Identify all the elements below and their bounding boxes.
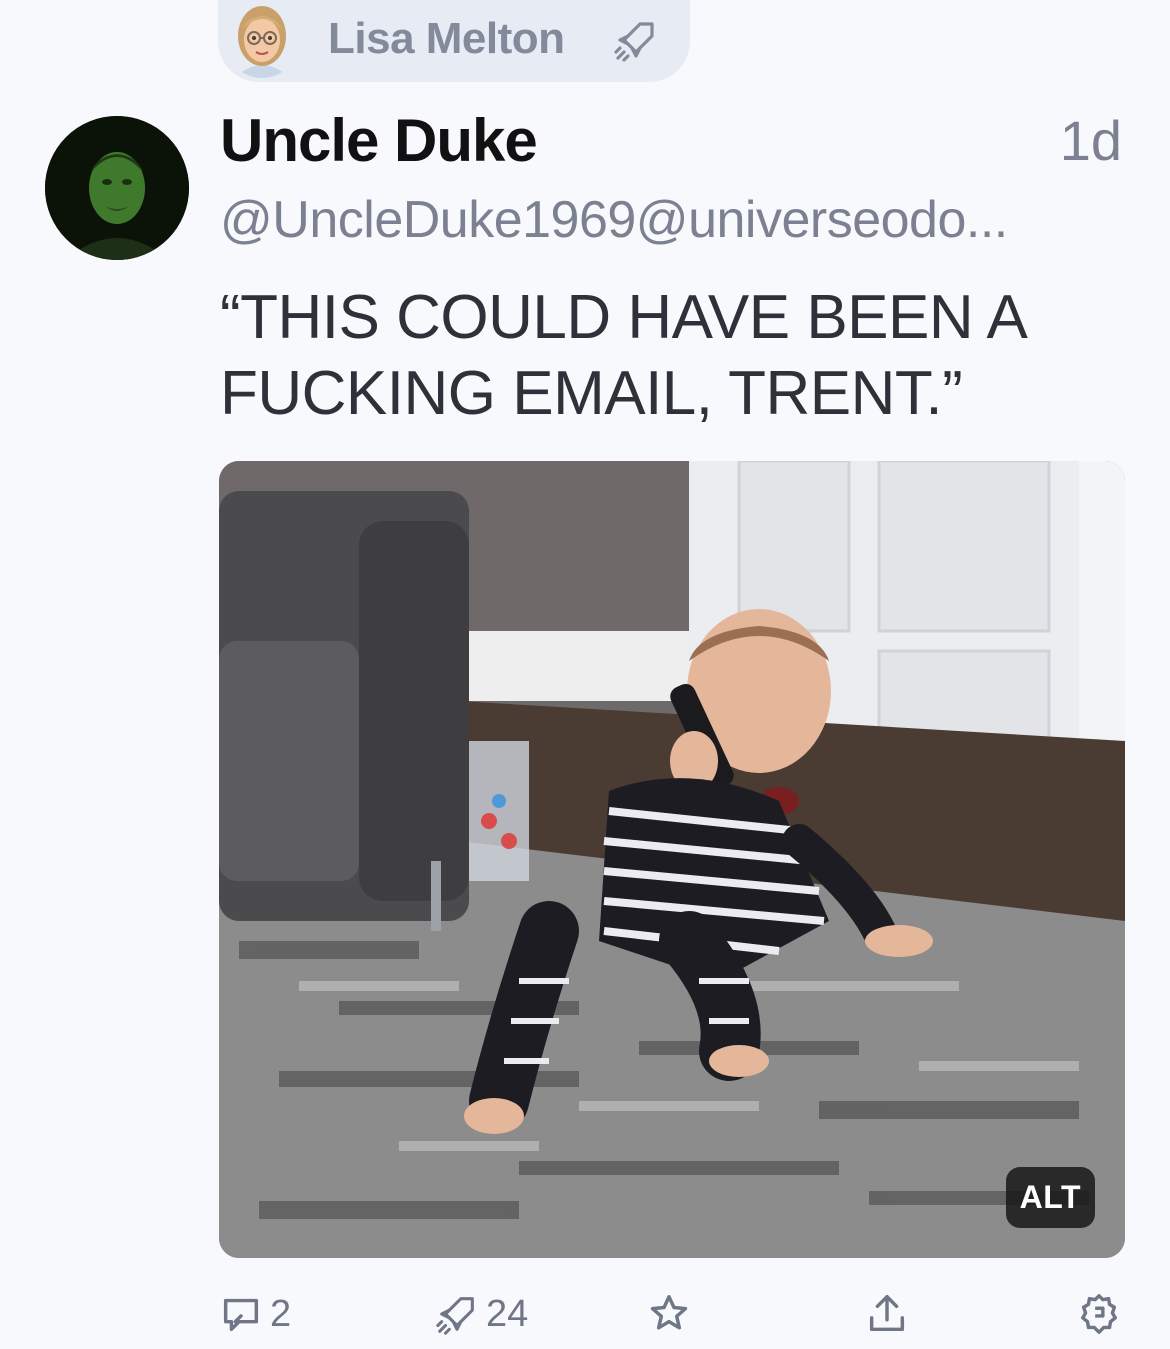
- rocket-icon: [436, 1297, 474, 1335]
- post-content-line: FUCKING EMAIL, TRENT.”: [220, 359, 963, 428]
- post-content-line: “THIS COULD HAVE BEEN A: [220, 283, 1028, 352]
- boost-button[interactable]: 24: [434, 1286, 528, 1342]
- boosted-by-pill[interactable]: Lisa Melton: [218, 0, 690, 82]
- post-action-bar: 2 24: [218, 1286, 1124, 1342]
- share-button[interactable]: [864, 1286, 910, 1342]
- reply-button[interactable]: 2: [218, 1286, 291, 1342]
- author-avatar[interactable]: [45, 116, 189, 260]
- reply-count: 2: [270, 1292, 292, 1335]
- author-handle[interactable]: @UncleDuke1969@universeodo...: [220, 190, 1120, 250]
- star-icon: [650, 1295, 688, 1330]
- reply-bubble-icon: [223, 1298, 259, 1332]
- gear-icon: [1080, 1294, 1118, 1334]
- boost-count: 24: [486, 1292, 529, 1335]
- post-media-image[interactable]: ALT: [219, 461, 1125, 1258]
- author-display-name[interactable]: Uncle Duke: [220, 106, 538, 175]
- post-settings-button[interactable]: [1076, 1286, 1122, 1342]
- rocket-icon: [612, 16, 660, 64]
- share-upload-icon: [869, 1295, 905, 1332]
- post-content: “THIS COULD HAVE BEEN A FUCKING EMAIL, T…: [220, 280, 1120, 432]
- favorite-button[interactable]: [646, 1286, 692, 1342]
- booster-avatar[interactable]: [224, 0, 300, 78]
- booster-name[interactable]: Lisa Melton: [328, 14, 565, 64]
- post-timestamp[interactable]: 1d: [1060, 108, 1122, 173]
- alt-text-badge[interactable]: ALT: [1005, 1167, 1095, 1228]
